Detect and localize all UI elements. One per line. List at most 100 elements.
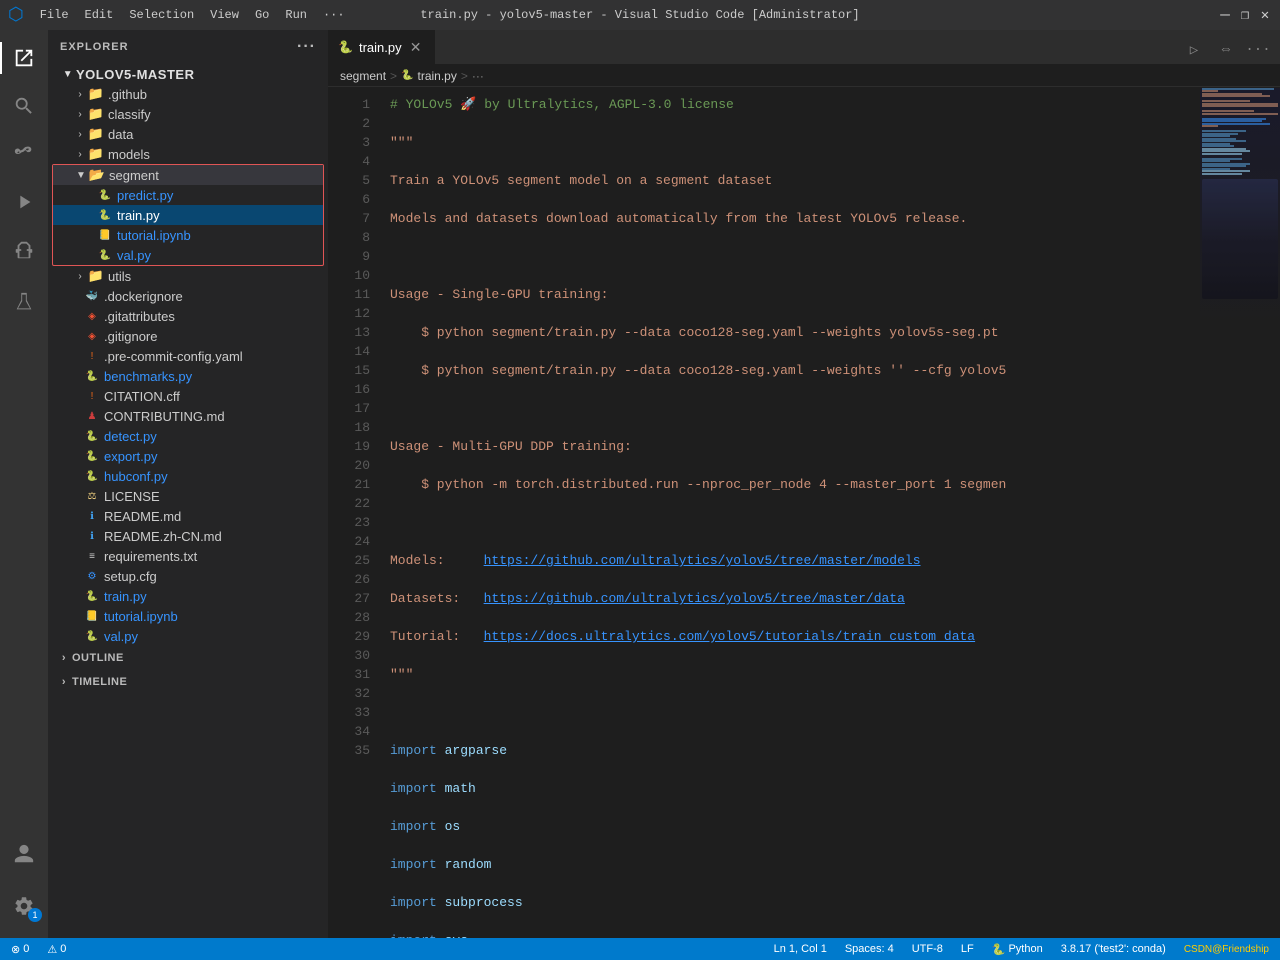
split-editor-button[interactable]: ⇔: [1212, 36, 1240, 64]
tree-item-train-selected[interactable]: 🐍 train.py: [53, 205, 323, 225]
editor-tab-train[interactable]: 🐍 train.py ✕: [328, 30, 435, 64]
activity-source-control-icon[interactable]: [0, 130, 48, 178]
menu-view[interactable]: View: [204, 6, 245, 24]
run-file-button[interactable]: ▷: [1180, 36, 1208, 64]
status-errors[interactable]: ⊗ 0: [8, 943, 32, 956]
folder-arrow-icon: ›: [72, 126, 88, 142]
tree-item-val[interactable]: 🐍 val.py: [53, 245, 323, 265]
tree-item-models[interactable]: › 📁 models: [48, 144, 328, 164]
menu-selection[interactable]: Selection: [123, 6, 200, 24]
tree-item-segment[interactable]: ▼ 📂 segment: [53, 165, 323, 185]
status-python-env[interactable]: 3.8.17 ('test2': conda): [1058, 943, 1169, 955]
tree-item-tutorial[interactable]: 📒 tutorial.ipynb: [53, 225, 323, 245]
tree-item-readme[interactable]: ℹ README.md: [48, 506, 328, 526]
outline-section[interactable]: › OUTLINE: [48, 646, 328, 670]
tree-item-gitattributes[interactable]: ◈ .gitattributes: [48, 306, 328, 326]
tab-close-button[interactable]: ✕: [408, 39, 424, 55]
main-layout: EXPLORER ··· ▼ YOLOV5-MASTER › 📁 .github…: [0, 30, 1280, 938]
titlebar: ⬡ File Edit Selection View Go Run ··· tr…: [0, 0, 1280, 30]
tree-item-detect[interactable]: 🐍 detect.py: [48, 426, 328, 446]
watermark-text: CSDN@Friendship: [1184, 944, 1269, 955]
code-content[interactable]: # YOLOv5 🚀 by Ultralytics, AGPL-3.0 lice…: [378, 87, 1200, 938]
titlebar-menu: File Edit Selection View Go Run ···: [34, 6, 351, 24]
activity-bar-bottom: [0, 830, 48, 938]
python-file-icon: 🐍: [84, 588, 100, 604]
status-warnings[interactable]: ⚠ 0: [44, 943, 69, 956]
maximize-button[interactable]: ❐: [1238, 8, 1252, 22]
timeline-expand-icon: ›: [56, 674, 72, 690]
folder-open-icon: 📂: [89, 167, 105, 183]
sidebar-actions-button[interactable]: ···: [297, 38, 316, 56]
tree-item-dockerignore[interactable]: 🐳 .dockerignore: [48, 286, 328, 306]
activity-bar: [0, 30, 48, 938]
activity-settings-icon[interactable]: [0, 882, 48, 930]
license-file-icon: ⚖: [84, 488, 100, 504]
tree-root-yolov5[interactable]: ▼ YOLOV5-MASTER: [48, 64, 328, 84]
breadcrumb-filename[interactable]: train.py: [418, 69, 457, 83]
activity-account-icon[interactable]: [0, 830, 48, 878]
minimap: [1200, 87, 1280, 938]
more-actions-button[interactable]: ···: [1244, 36, 1272, 64]
folder-arrow-icon: ›: [72, 106, 88, 122]
status-line-ending[interactable]: LF: [958, 943, 977, 955]
tree-item-hubconf[interactable]: 🐍 hubconf.py: [48, 466, 328, 486]
timeline-section[interactable]: › TIMELINE: [48, 670, 328, 694]
sidebar-content[interactable]: ▼ YOLOV5-MASTER › 📁 .github › 📁 classify: [48, 64, 328, 938]
tree-item-gitignore[interactable]: ◈ .gitignore: [48, 326, 328, 346]
menu-edit[interactable]: Edit: [79, 6, 120, 24]
timeline-label: TIMELINE: [72, 676, 127, 688]
breadcrumb-sep1: >: [390, 69, 397, 83]
breadcrumb-segment[interactable]: segment: [340, 69, 386, 83]
status-encoding[interactable]: UTF-8: [909, 943, 946, 955]
menu-more[interactable]: ···: [317, 6, 351, 24]
python-lang-icon: 🐍: [992, 943, 1006, 956]
menu-run[interactable]: Run: [279, 6, 313, 24]
breadcrumb-more[interactable]: ···: [472, 69, 484, 83]
tree-item-train-root[interactable]: 🐍 train.py: [48, 586, 328, 606]
tree-item-label: README.md: [104, 509, 328, 524]
menu-go[interactable]: Go: [249, 6, 275, 24]
status-cursor[interactable]: Ln 1, Col 1: [771, 943, 830, 955]
outline-expand-icon: ›: [56, 650, 72, 666]
tree-item-benchmarks[interactable]: 🐍 benchmarks.py: [48, 366, 328, 386]
tree-item-data[interactable]: › 📁 data: [48, 124, 328, 144]
tree-item-citation[interactable]: ! CITATION.cff: [48, 386, 328, 406]
folder-open-icon: ▼: [73, 167, 89, 183]
info-file-icon: ℹ: [84, 528, 100, 544]
folder-arrow-icon: ›: [72, 86, 88, 102]
tree-item-export[interactable]: 🐍 export.py: [48, 446, 328, 466]
python-file-icon: 🐍: [84, 468, 100, 484]
activity-explorer-icon[interactable]: [0, 34, 48, 82]
activity-run-icon[interactable]: [0, 178, 48, 226]
tree-item-github[interactable]: › 📁 .github: [48, 84, 328, 104]
tree-item-label: segment: [109, 168, 323, 183]
tree-item-tutorial-root[interactable]: 📒 tutorial.ipynb: [48, 606, 328, 626]
file-tree: ▼ YOLOV5-MASTER › 📁 .github › 📁 classify: [48, 64, 328, 646]
tree-item-license[interactable]: ⚖ LICENSE: [48, 486, 328, 506]
tree-item-label: requirements.txt: [104, 549, 328, 564]
tree-item-requirements[interactable]: ≡ requirements.txt: [48, 546, 328, 566]
git-file-icon: ◈: [84, 328, 100, 344]
activity-test-icon[interactable]: [0, 278, 48, 326]
tree-item-readme-cn[interactable]: ℹ README.zh-CN.md: [48, 526, 328, 546]
tree-item-utils[interactable]: › 📁 utils: [48, 266, 328, 286]
activity-extensions-icon[interactable]: [0, 226, 48, 274]
window-title: train.py - yolov5-master - Visual Studio…: [420, 8, 859, 22]
tree-item-classify[interactable]: › 📁 classify: [48, 104, 328, 124]
status-spaces[interactable]: Spaces: 4: [842, 943, 897, 955]
close-button[interactable]: ✕: [1258, 8, 1272, 22]
encoding-label: UTF-8: [912, 943, 943, 955]
status-language[interactable]: 🐍 Python: [989, 943, 1046, 956]
tree-item-setup-cfg[interactable]: ⚙ setup.cfg: [48, 566, 328, 586]
activity-search-icon[interactable]: [0, 82, 48, 130]
menu-file[interactable]: File: [34, 6, 75, 24]
tree-item-predict[interactable]: 🐍 predict.py: [53, 185, 323, 205]
folder-icon: 📁: [88, 86, 104, 102]
txt-file-icon: ≡: [84, 548, 100, 564]
tree-item-val-root[interactable]: 🐍 val.py: [48, 626, 328, 646]
minimize-button[interactable]: —: [1218, 8, 1232, 22]
tree-item-contributing[interactable]: ♟ CONTRIBUTING.md: [48, 406, 328, 426]
statusbar-right: Ln 1, Col 1 Spaces: 4 UTF-8 LF 🐍 Python …: [771, 943, 1272, 956]
notebook-file-icon: 📒: [97, 227, 113, 243]
tree-item-precommit[interactable]: ! .pre-commit-config.yaml: [48, 346, 328, 366]
